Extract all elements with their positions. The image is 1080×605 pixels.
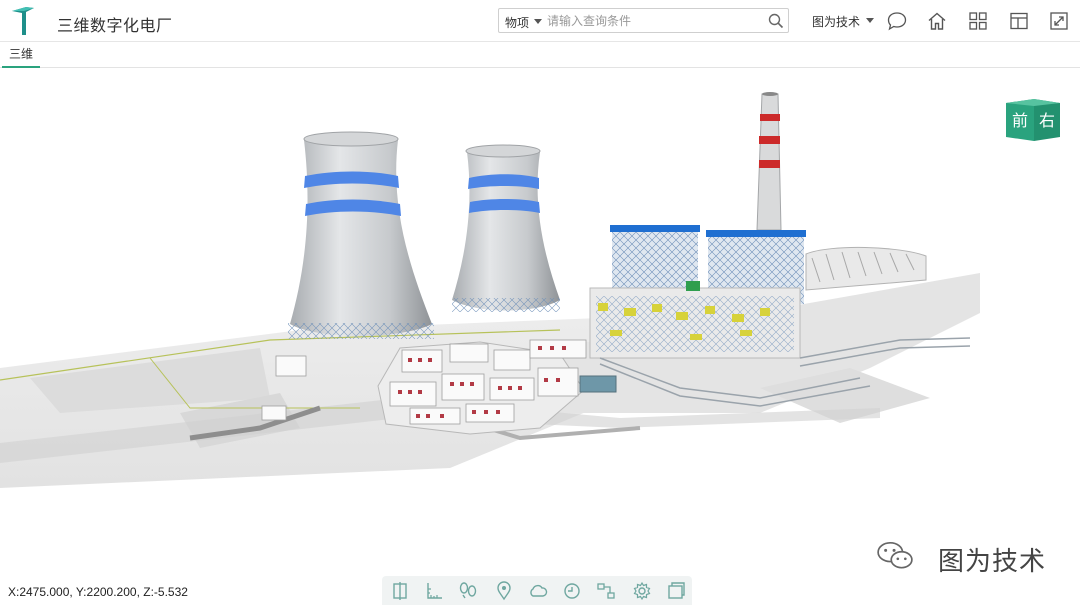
process-icon[interactable] <box>596 581 616 601</box>
chevron-down-icon[interactable] <box>534 19 542 24</box>
window-icon[interactable] <box>666 581 686 601</box>
chimney-stack[interactable] <box>756 92 782 231</box>
wechat-icon <box>877 541 913 569</box>
app-window: 三维数字化电厂 物项 图为技术 <box>0 0 1080 605</box>
app-title: 三维数字化电厂 <box>57 18 173 35</box>
top-header: 三维数字化电厂 物项 图为技术 <box>0 0 1080 42</box>
section-icon[interactable] <box>390 581 410 601</box>
view-cube-right[interactable]: 右 <box>1039 111 1055 130</box>
view-cube[interactable]: 前 右 <box>1004 95 1062 143</box>
measure-icon[interactable] <box>424 581 444 601</box>
coordinate-readout: X:2475.000, Y:2200.200, Z:-5.532 <box>8 585 188 599</box>
chevron-down-icon[interactable] <box>866 18 874 23</box>
rotate-icon[interactable] <box>562 581 582 601</box>
home-icon[interactable] <box>927 11 947 31</box>
plant-model-scene[interactable] <box>0 68 1080 605</box>
user-menu[interactable]: 图为技术 <box>812 13 860 30</box>
boiler-house[interactable] <box>589 225 806 359</box>
search-bar: 物项 <box>498 8 789 33</box>
logo-icon[interactable] <box>10 5 36 37</box>
message-icon[interactable] <box>887 11 907 31</box>
cooling-tower-1[interactable] <box>288 131 434 339</box>
cloud-icon[interactable] <box>528 581 548 601</box>
search-input[interactable] <box>547 12 757 30</box>
search-icon[interactable] <box>768 13 784 29</box>
search-category-select[interactable]: 物项 <box>505 14 529 31</box>
location-icon[interactable] <box>494 581 514 601</box>
watermark-text: 图为技术 <box>938 546 1047 576</box>
site-ground <box>0 268 1080 605</box>
tab-bar: 三维 <box>0 43 1080 68</box>
layout-icon[interactable] <box>1009 11 1029 31</box>
3d-viewport[interactable]: 前 右 X:2475.000, Y:2200.200, Z:-5.532 图为技… <box>0 68 1080 605</box>
settings-icon[interactable] <box>632 581 652 601</box>
view-cube-front[interactable]: 前 <box>1012 111 1028 130</box>
tab-3d[interactable]: 三维 <box>2 43 40 68</box>
grid-icon[interactable] <box>968 11 988 31</box>
fullscreen-icon[interactable] <box>1049 11 1069 31</box>
walk-icon[interactable] <box>458 581 478 601</box>
bottom-toolbar <box>382 576 692 605</box>
cooling-tower-2[interactable] <box>452 144 560 312</box>
